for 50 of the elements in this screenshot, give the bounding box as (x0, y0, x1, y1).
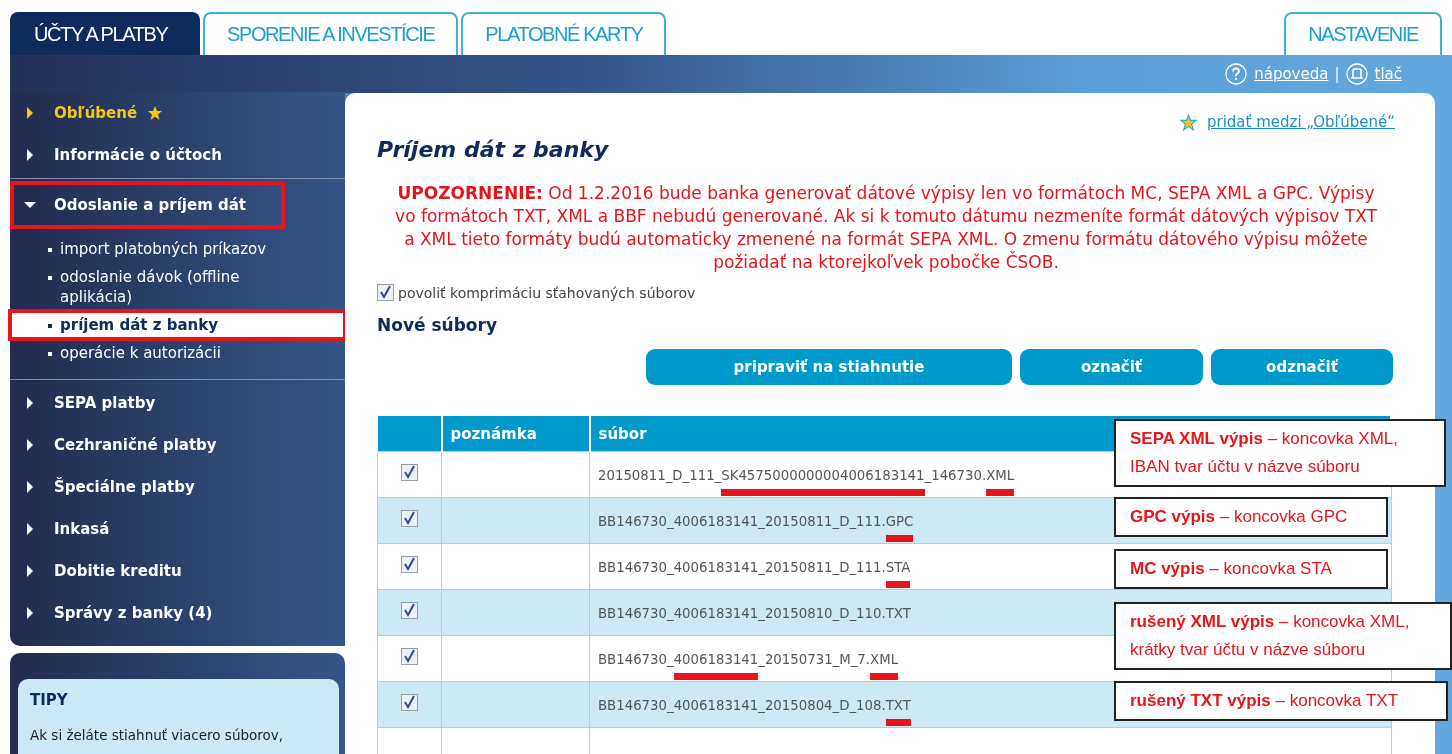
nav-tab[interactable]: ÚČTY A PLATBY (10, 12, 200, 55)
caret-right-icon (24, 564, 36, 578)
checkbox[interactable] (401, 602, 418, 619)
checkbox[interactable] (401, 510, 418, 527)
tips-text: Ak si želáte stiahnuť viacero súborov, (30, 727, 285, 743)
annotation-callout: MC výpis – koncovka STA (1114, 549, 1388, 589)
file-name: BB146730_4006183141_20150811_D_111.GPC (598, 514, 914, 542)
tips-title: TIPY (30, 691, 69, 709)
checkbox[interactable] (401, 648, 418, 665)
sidebar-item[interactable]: Špeciálne platby (10, 466, 345, 508)
annotation-callout: SEPA XML výpis – koncovka XML, IBAN tvar účtu v názve súboru (1114, 419, 1446, 487)
page-title: Príjem dát z banky (377, 137, 610, 162)
caret-right-icon (24, 396, 36, 410)
sidebar-subitem[interactable]: príjem dát z banky (10, 311, 345, 339)
column-header: poznámka (441, 416, 590, 452)
warning-text: UPOZORNENIE: Od 1.2.2016 bude banka generovať dátové výpisy len vo formátoch MC, SEPA XML a GPC. Výpisy vo formátoch TXT, XML a BBF nebudú generované. Ak si k tomuto dátumu nezmeníte formát dátových výpisov TXT a XML tieto formáty budú automaticky zmenené na formát SEPA XML. O zmenu formátu dátového výpisu môžete požiadať na ktorejkoľvek pobočke ČSOB. (394, 182, 1378, 274)
caret-right-icon (24, 148, 36, 162)
annotation-callout: rušený TXT výpis – koncovka TXT (1114, 681, 1448, 721)
sidebar-item[interactable]: SEPA platby (10, 382, 345, 424)
star-icon (147, 105, 164, 121)
annotation-callout: rušený XML výpis – koncovka XML, krátky tvar účtu v názve súboru (1114, 602, 1452, 670)
sidebar-item[interactable]: Inkasá (10, 508, 345, 550)
star-icon (1179, 113, 1197, 131)
file-name: BB146730_4006183141_20150810_D_110.TXT (598, 606, 911, 621)
help-icon[interactable] (1225, 63, 1248, 85)
section-title: Nové súbory (377, 315, 498, 335)
caret-right-icon (24, 480, 36, 494)
sidebar-subitem[interactable]: import platobných príkazov (10, 235, 345, 263)
caret-right-icon (24, 522, 36, 536)
checkbox-label: povoliť komprimáciu sťahovaných súborov (398, 284, 696, 301)
annotation-callout: GPC výpis – koncovka GPC (1114, 497, 1388, 537)
sidebar-item[interactable]: Obľúbené (10, 92, 345, 134)
separator: | (1334, 65, 1340, 83)
checkbox[interactable] (401, 694, 418, 711)
sidebar-item[interactable]: Odoslanie a príjem dát (10, 181, 285, 229)
caret-right-icon (24, 606, 36, 620)
checkbox[interactable] (401, 556, 418, 573)
file-name: BB146730_4006183141_20150804_D_108.TXT (598, 698, 911, 726)
checkbox[interactable] (401, 464, 418, 481)
caret-right-icon (24, 438, 36, 452)
sidebar-item[interactable]: Informácie o účtoch (10, 134, 345, 176)
sidebar-item[interactable]: Cezhraničné platby (10, 424, 345, 466)
caret-right-icon (24, 106, 36, 120)
print-icon[interactable] (1345, 63, 1368, 85)
sidebar-item[interactable]: Správy z banky (4) (10, 592, 345, 634)
add-favorite-link[interactable]: pridať medzi „Obľúbené“ (1206, 113, 1395, 131)
checkbox[interactable] (377, 284, 394, 301)
sidebar-subitem[interactable]: odoslanie dávok (offline aplikácia) (10, 263, 345, 311)
sidebar-item[interactable]: Dobitie kreditu (10, 550, 345, 592)
sidebar-subitem[interactable]: operácie k autorizácii (10, 339, 345, 367)
